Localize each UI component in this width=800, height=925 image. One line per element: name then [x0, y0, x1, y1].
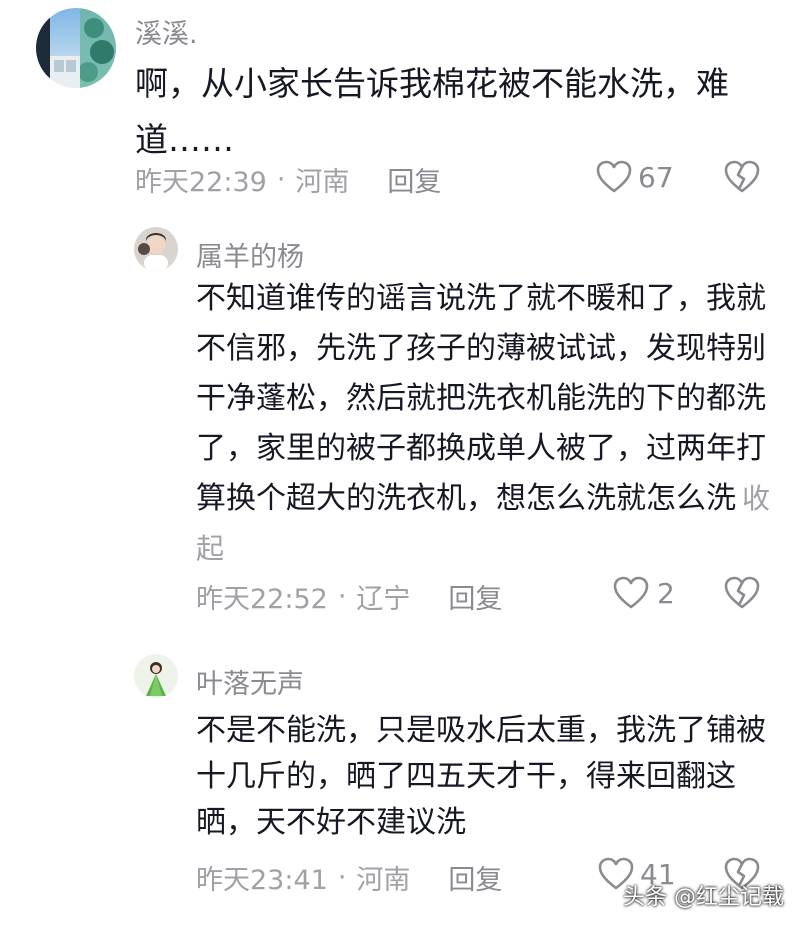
- timestamp: 昨天22:52: [196, 584, 328, 615]
- heart-icon: [613, 576, 649, 609]
- like-count: 2: [657, 576, 675, 610]
- separator: ·: [337, 862, 347, 893]
- avatar[interactable]: [134, 654, 178, 698]
- avatar[interactable]: [36, 8, 116, 88]
- separator: ·: [337, 581, 347, 612]
- username[interactable]: 叶落无声: [196, 662, 304, 701]
- avatar[interactable]: [134, 227, 178, 271]
- like-button[interactable]: 2: [613, 576, 675, 610]
- username[interactable]: 溪溪.: [135, 12, 198, 51]
- reply-button[interactable]: 回复: [448, 577, 502, 616]
- username[interactable]: 属羊的杨: [196, 235, 304, 274]
- location: 辽宁: [356, 584, 411, 615]
- avatar-image: [36, 8, 116, 88]
- like-button[interactable]: 67: [596, 160, 674, 194]
- timestamp: 昨天23:41: [196, 865, 328, 896]
- comment-2: 属羊的杨 不知道谁传的谣言说洗了就不暖和了，我就不信邪，先洗了孩子的薄被试试，发…: [0, 210, 800, 630]
- comment-text: 不是不能洗，只是吸水后太重，我洗了铺被十几斤的，晒了四五天才干，得来回翻这晒，天…: [196, 713, 766, 840]
- broken-heart-icon: [724, 576, 760, 609]
- comment-meta: 昨天23:41 · 河南 回复: [196, 858, 502, 897]
- comment-text: 啊，从小家长告诉我棉花被不能水洗，难道……: [135, 64, 729, 159]
- timestamp: 昨天22:39: [135, 167, 267, 198]
- comment-1: 溪溪. 啊，从小家长告诉我棉花被不能水洗，难道…… 昨天22:39 · 河南 回…: [0, 0, 800, 205]
- like-count: 67: [638, 160, 674, 194]
- avatar-image: [134, 654, 178, 698]
- heart-icon: [596, 160, 632, 193]
- location: 河南: [356, 865, 411, 896]
- reply-button[interactable]: 回复: [448, 858, 502, 897]
- dislike-button[interactable]: [724, 576, 760, 614]
- avatar-image: [134, 227, 178, 271]
- watermark: 头条 @红尘记载: [623, 885, 784, 910]
- dislike-button[interactable]: [724, 160, 760, 198]
- comment-meta: 昨天22:52 · 辽宁 回复: [196, 577, 502, 616]
- comment-text: 不知道谁传的谣言说洗了就不暖和了，我就不信邪，先洗了孩子的薄被试试，发现特别干净…: [196, 274, 772, 574]
- broken-heart-icon: [724, 160, 760, 193]
- reply-button[interactable]: 回复: [387, 160, 441, 199]
- comment-text-content: 不知道谁传的谣言说洗了就不暖和了，我就不信邪，先洗了孩子的薄被试试，发现特别干净…: [196, 281, 766, 516]
- separator: ·: [276, 164, 286, 195]
- comment-meta: 昨天22:39 · 河南 回复: [135, 160, 441, 199]
- location: 河南: [295, 167, 350, 198]
